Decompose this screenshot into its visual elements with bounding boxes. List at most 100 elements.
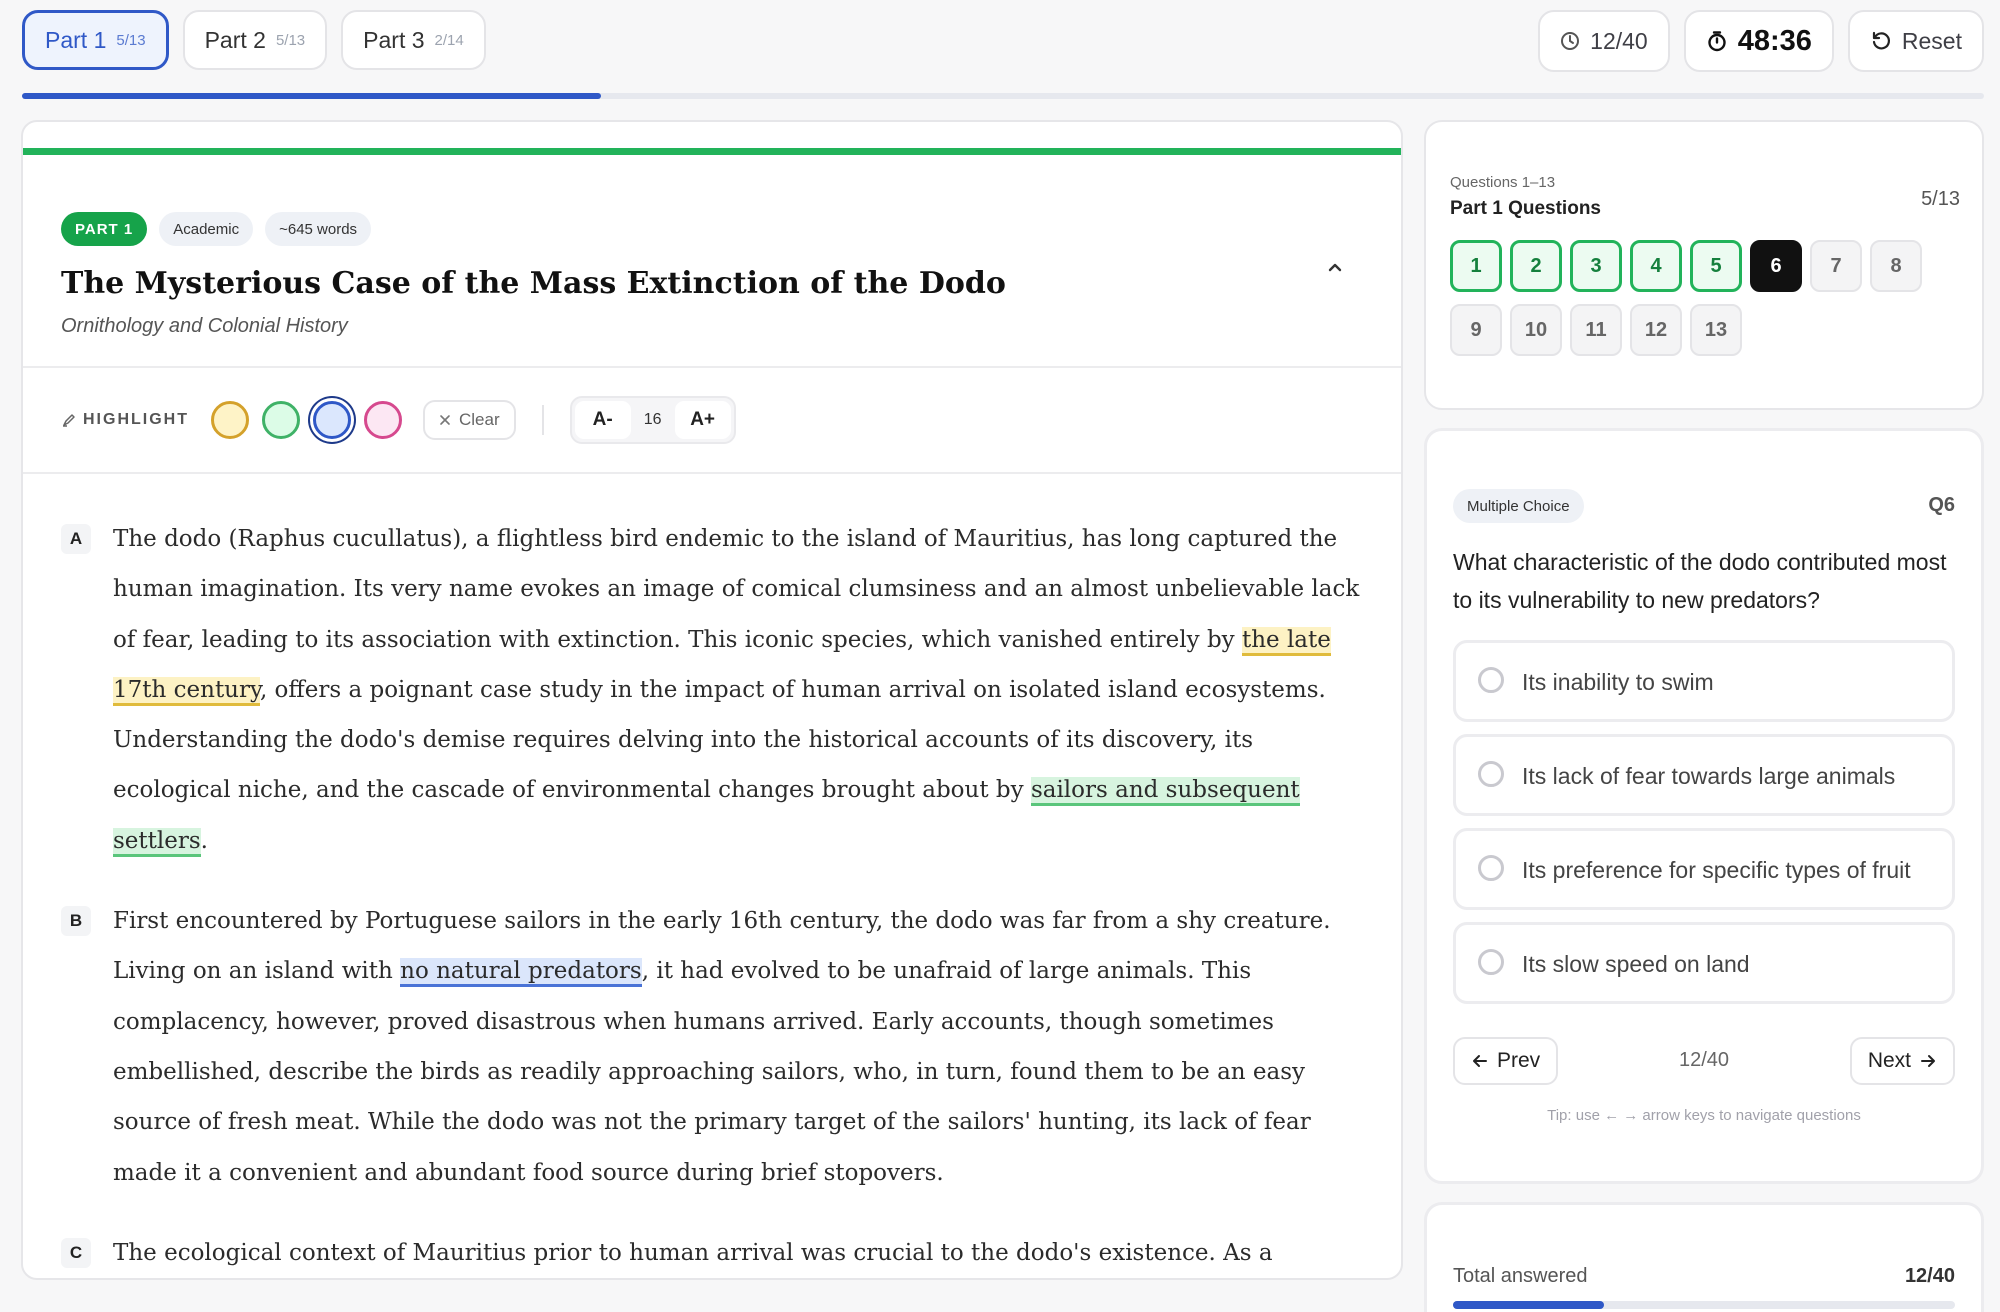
question-nav-button[interactable]: 9	[1450, 304, 1502, 356]
next-label: Next	[1867, 1049, 1911, 1072]
timer-pill: 48:36	[1683, 10, 1834, 72]
highlight-blue-swatch[interactable]	[313, 401, 351, 439]
question-nav-count: 5/13	[1921, 188, 1960, 210]
passage-tags: PART 1 Academic ~645 words	[61, 212, 1363, 246]
tab-count: 5/13	[116, 31, 146, 49]
header-actions: 12/40 48:36 Reset	[1538, 10, 1984, 72]
highlight-yellow-swatch[interactable]	[211, 401, 249, 439]
radio-button[interactable]	[1478, 855, 1504, 881]
total-answered-value: 12/40	[1904, 1265, 1955, 1287]
highlight-toolbar: HIGHLIGHT Clear A- 16 A+	[23, 368, 1401, 474]
prev-label: Prev	[1497, 1049, 1541, 1072]
tab-part-3[interactable]: Part 3 2/14	[341, 10, 486, 70]
chevron-up-icon	[1328, 263, 1342, 272]
reading-panel: PART 1 Academic ~645 words The Mysteriou…	[21, 120, 1403, 1280]
answered-count: 12/40	[1590, 27, 1648, 54]
highlighted-text[interactable]: no natural predators	[400, 958, 642, 988]
clear-label: Clear	[459, 410, 500, 429]
timer-value: 48:36	[1737, 24, 1812, 57]
reset-icon	[1872, 31, 1890, 50]
question-navigator: Questions 1–13 Part 1 Questions 5/13 123…	[1424, 120, 1984, 410]
keyboard-tip: Tip: use ← → arrow keys to navigate ques…	[1547, 1107, 1861, 1124]
reset-button[interactable]: Reset	[1847, 10, 1984, 72]
radio-button[interactable]	[1478, 761, 1504, 787]
text-segment: , it had evolved to be unafraid of large…	[113, 958, 1311, 1186]
question-nav-button[interactable]: 2	[1510, 240, 1562, 292]
question-nav-button[interactable]: 10	[1510, 304, 1562, 356]
passage-paragraph: A The dodo (Raphus cucullatus), a flightl…	[61, 514, 1363, 866]
clear-highlights-button[interactable]: Clear	[423, 400, 516, 440]
total-progress-fill	[1453, 1301, 1604, 1309]
answer-option[interactable]: Its preference for specific types of fru…	[1453, 828, 1955, 910]
part-badge: PART 1	[61, 212, 148, 246]
prev-button[interactable]: Prev	[1453, 1037, 1559, 1085]
question-nav-button[interactable]: 5	[1690, 240, 1742, 292]
question-nav-button[interactable]: 13	[1690, 304, 1742, 356]
question-nav-button[interactable]: 7	[1810, 240, 1862, 292]
font-size-value: 16	[643, 411, 662, 428]
collapse-button[interactable]	[1321, 253, 1349, 281]
question-nav-button[interactable]: 3	[1570, 240, 1622, 292]
answer-option[interactable]: Its lack of fear towards large animals	[1453, 734, 1955, 816]
next-button[interactable]: Next	[1849, 1037, 1955, 1085]
arrow-left-icon	[1473, 1055, 1487, 1067]
answer-options: Its inability to swim Its lack of fear t…	[1453, 640, 1955, 1016]
radio-button[interactable]	[1478, 667, 1504, 693]
highlight-label-text: HIGHLIGHT	[83, 411, 189, 428]
question-nav-button[interactable]: 6	[1750, 240, 1802, 292]
question-number: Q6	[1928, 494, 1955, 516]
question-grid: 1 2 3 4 5 6 7 8 9 10 11 12 13	[1450, 240, 1950, 356]
text-segment: The dodo (Raphus cucullatus), a flightle…	[113, 526, 1360, 653]
font-decrease-button[interactable]: A-	[574, 401, 631, 439]
question-nav-button[interactable]: 11	[1570, 304, 1622, 356]
passage-paragraph: B First encountered by Portuguese sailors…	[61, 896, 1363, 1198]
total-progress-bar	[1453, 1301, 1955, 1309]
option-label: Its slow speed on land	[1522, 951, 1750, 977]
passage-body: A The dodo (Raphus cucullatus), a flightl…	[23, 474, 1401, 1278]
word-count-badge: ~645 words	[265, 212, 372, 246]
answer-option[interactable]: Its slow speed on land	[1453, 922, 1955, 1004]
tab-part-2[interactable]: Part 2 5/13	[182, 10, 328, 70]
passage-title: The Mysterious Case of the Mass Extincti…	[61, 266, 1006, 301]
tab-label: Part 2	[204, 26, 266, 53]
highlight-pink-swatch[interactable]	[364, 401, 402, 439]
top-bar: Part 1 5/13 Part 2 5/13 Part 3 2/14 12/4…	[22, 10, 1984, 72]
toolbar-divider	[541, 405, 544, 435]
highlighter-icon	[63, 414, 75, 427]
question-text: What characteristic of the dodo contribu…	[1453, 549, 1947, 613]
option-label: Its inability to swim	[1522, 669, 1714, 695]
radio-button[interactable]	[1478, 949, 1504, 975]
part-tabs: Part 1 5/13 Part 2 5/13 Part 3 2/14	[22, 10, 486, 70]
stopwatch-icon	[1708, 31, 1726, 52]
passage-status-bar	[23, 148, 1401, 155]
answer-option[interactable]: Its inability to swim	[1453, 640, 1955, 722]
overall-progress-fill	[22, 93, 601, 99]
highlight-green-swatch[interactable]	[262, 401, 300, 439]
answered-pill: 12/40	[1538, 10, 1670, 72]
question-nav-title: Part 1 Questions	[1450, 198, 1601, 219]
question-nav-button[interactable]: 4	[1630, 240, 1682, 292]
option-label: Its preference for specific types of fru…	[1522, 857, 1911, 883]
paragraph-text[interactable]: First encountered by Portuguese sailors …	[113, 896, 1363, 1198]
question-pager: 12/40 Prev Next	[1453, 1037, 1955, 1087]
highlight-label: HIGHLIGHT	[61, 411, 189, 429]
question-nav-button[interactable]: 12	[1630, 304, 1682, 356]
type-badge: Academic	[159, 212, 254, 246]
tab-count: 2/14	[434, 31, 464, 49]
question-nav-button[interactable]: 1	[1450, 240, 1502, 292]
tab-count: 5/13	[275, 31, 306, 49]
passage-header: PART 1 Academic ~645 words The Mysteriou…	[23, 155, 1401, 368]
arrow-right-icon	[1921, 1055, 1935, 1067]
question-nav-button[interactable]: 8	[1870, 240, 1922, 292]
paragraph-text[interactable]: The dodo (Raphus cucullatus), a flightle…	[113, 514, 1363, 866]
font-increase-button[interactable]: A+	[674, 401, 731, 439]
option-label: Its lack of fear towards large animals	[1522, 763, 1896, 789]
total-answered-card: Total answered 12/40	[1424, 1202, 1984, 1312]
question-type-badge: Multiple Choice	[1453, 489, 1584, 523]
tab-part-1[interactable]: Part 1 5/13	[22, 10, 169, 70]
passage-paragraph: C The ecological context of Mauritius pri…	[61, 1228, 1363, 1278]
tab-label: Part 3	[363, 26, 425, 53]
paragraph-text[interactable]: The ecological context of Mauritius prio…	[113, 1228, 1363, 1278]
tab-label: Part 1	[45, 26, 107, 53]
paragraph-letter: C	[61, 1237, 91, 1268]
